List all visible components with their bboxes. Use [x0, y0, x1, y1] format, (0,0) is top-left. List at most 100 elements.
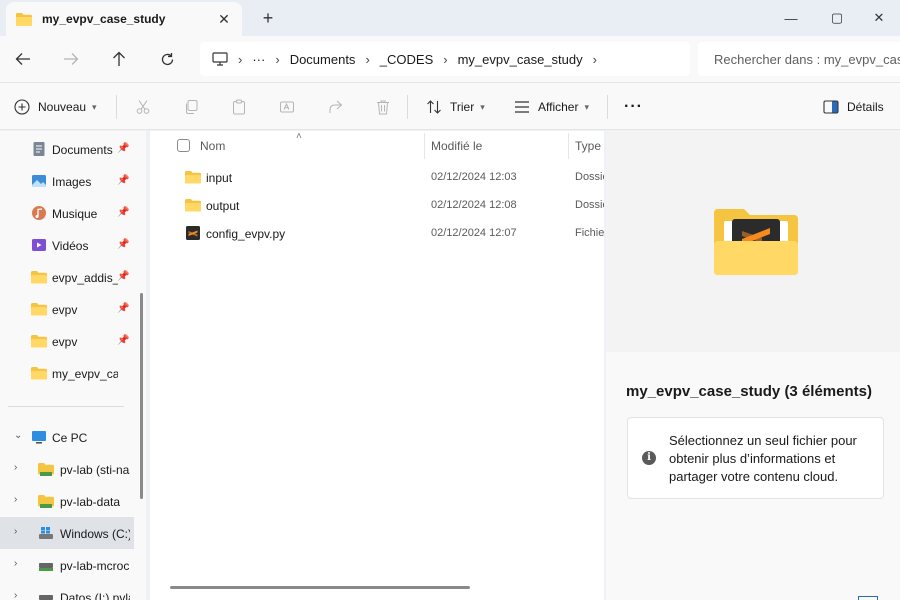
maximize-button[interactable]: ▢ — [814, 0, 860, 36]
breadcrumb-separator[interactable]: › — [593, 52, 597, 67]
chevron-right-icon[interactable]: › — [14, 526, 17, 537]
details-button[interactable]: Détails — [823, 95, 884, 119]
breadcrumb-separator: › — [275, 51, 280, 67]
sidebar-item-windows-c[interactable]: › Windows (C:) — [0, 517, 134, 549]
file-type: Fichier PY — [575, 227, 604, 239]
chevron-right-icon[interactable]: › — [14, 590, 17, 600]
sidebar-item-label: evpv — [52, 335, 78, 349]
breadcrumb[interactable]: › ··· › Documents › _CODES › my_evpv_cas… — [200, 42, 690, 76]
column-divider[interactable] — [568, 133, 569, 159]
music-icon — [32, 206, 46, 220]
breadcrumb-current-folder[interactable]: my_evpv_case_study — [458, 52, 583, 67]
file-list: ˄ Nom Modifié le Type input 02/12/2024 1… — [150, 131, 604, 600]
chevron-right-icon[interactable]: › — [14, 462, 17, 473]
column-header-modified[interactable]: Modifié le — [431, 131, 482, 161]
chevron-down-icon: ▾ — [92, 101, 97, 112]
plus-circle-icon — [14, 99, 30, 115]
search-input[interactable] — [698, 42, 900, 76]
folder-icon — [31, 367, 47, 380]
network-drive-icon — [39, 563, 53, 571]
paste-icon[interactable] — [229, 97, 249, 117]
sidebar-item-pv-lab-mcroc[interactable]: › pv-lab-mcroc — [0, 549, 134, 581]
command-bar: Nouveau ▾ Trier ▾ Afficher ▾ ··· Détails — [0, 82, 900, 130]
divider — [607, 95, 608, 119]
breadcrumb-more[interactable]: ··· — [252, 52, 265, 67]
folder-icon — [16, 12, 32, 26]
this-pc-icon — [32, 431, 46, 444]
sidebar-item-label: my_evpv_case_study — [52, 367, 118, 381]
delete-icon[interactable] — [373, 97, 393, 117]
breadcrumb-codes[interactable]: _CODES — [380, 52, 433, 67]
view-toggle-icon[interactable] — [858, 596, 878, 600]
minimize-button[interactable]: — — [768, 0, 814, 36]
forward-icon[interactable] — [56, 46, 86, 72]
documents-icon — [33, 142, 45, 156]
back-icon[interactable] — [8, 46, 38, 72]
sidebar-item-label: Ce PC — [52, 431, 88, 445]
column-divider[interactable] — [424, 133, 425, 159]
python-file-icon — [186, 226, 200, 240]
column-header-type[interactable]: Type — [575, 131, 601, 161]
sidebar-item-datos[interactable]: › Datos (I:) pvlab — [0, 581, 134, 600]
copy-icon[interactable] — [181, 97, 201, 117]
folder-icon — [31, 335, 47, 348]
sidebar-item-label: evpv_addis_ababa — [52, 271, 118, 285]
images-icon — [32, 175, 46, 187]
refresh-icon[interactable] — [152, 46, 182, 72]
up-icon[interactable] — [104, 46, 134, 72]
column-header-name[interactable]: Nom — [200, 131, 225, 161]
info-text: Sélectionnez un seul fichier pour obteni… — [669, 433, 857, 484]
videos-icon — [32, 239, 46, 251]
sidebar-item-documents[interactable]: Documents 📌 — [0, 133, 134, 165]
sort-button[interactable]: Trier ▾ — [426, 95, 485, 119]
computer-icon — [212, 52, 228, 66]
sidebar-item-label: Windows (C:) — [60, 527, 130, 541]
sidebar-item-my-evpv-case-study[interactable]: my_evpv_case_study — [0, 357, 134, 389]
pin-icon: 📌 — [117, 303, 130, 314]
file-modified: 02/12/2024 12:08 — [431, 199, 517, 211]
tab-my-evpv-case-study[interactable]: my_evpv_case_study ✕ — [6, 2, 242, 36]
chevron-down-icon[interactable]: ⌄ — [14, 430, 22, 441]
sidebar-item-music[interactable]: Musique 📌 — [0, 197, 134, 229]
sidebar-item-evpv-addis[interactable]: evpv_addis_ababa 📌 — [0, 261, 134, 293]
table-row[interactable]: input 02/12/2024 12:03 Dossier de fichie… — [150, 163, 604, 191]
new-tab-button[interactable]: + — [258, 8, 278, 28]
chevron-right-icon[interactable]: › — [14, 494, 17, 505]
sidebar-item-videos[interactable]: Vidéos 📌 — [0, 229, 134, 261]
view-button[interactable]: Afficher ▾ — [514, 95, 589, 119]
sidebar-item-pv-lab-data[interactable]: › pv-lab-data — [0, 485, 134, 517]
sidebar-item-images[interactable]: Images 📌 — [0, 165, 134, 197]
folder-icon — [31, 271, 47, 284]
cut-icon[interactable] — [133, 97, 153, 117]
rename-icon[interactable] — [277, 97, 297, 117]
select-all-checkbox[interactable] — [177, 139, 190, 152]
sidebar-item-label: pv-lab (sti-nas1) — [60, 463, 130, 477]
sidebar-item-label: evpv — [52, 303, 78, 317]
horizontal-scrollbar[interactable] — [170, 586, 470, 589]
pin-icon: 📌 — [117, 175, 130, 186]
tab-title: my_evpv_case_study — [42, 12, 166, 26]
chevron-right-icon[interactable]: › — [14, 558, 17, 569]
breadcrumb-separator: › — [443, 51, 448, 67]
divider — [407, 95, 408, 119]
sidebar-item-evpv[interactable]: evpv 📌 — [0, 293, 134, 325]
sidebar-item-evpv-2[interactable]: evpv 📌 — [0, 325, 134, 357]
sidebar-item-this-pc[interactable]: ⌄ Ce PC — [0, 421, 134, 453]
share-icon[interactable] — [325, 97, 345, 117]
more-options-button[interactable]: ··· — [624, 95, 643, 119]
chevron-down-icon: ▾ — [584, 101, 589, 112]
view-list-icon — [514, 100, 530, 114]
sidebar-item-pv-lab[interactable]: › pv-lab (sti-nas1) — [0, 453, 134, 485]
folder-icon — [31, 303, 47, 316]
chevron-down-icon: ▾ — [480, 101, 485, 112]
close-window-button[interactable]: ✕ — [856, 0, 900, 36]
tab-close-icon[interactable]: ✕ — [216, 11, 232, 27]
new-button[interactable]: Nouveau ▾ — [14, 95, 97, 119]
table-row[interactable]: config_evpv.py 02/12/2024 12:07 Fichier … — [150, 219, 604, 247]
breadcrumb-documents[interactable]: Documents — [290, 52, 356, 67]
new-button-label: Nouveau — [38, 100, 87, 114]
file-type: Dossier de fichiers — [575, 171, 604, 183]
sidebar-scrollbar[interactable] — [140, 293, 143, 499]
table-row[interactable]: output 02/12/2024 12:08 Dossier de fichi… — [150, 191, 604, 219]
large-folder-icon — [714, 209, 798, 275]
